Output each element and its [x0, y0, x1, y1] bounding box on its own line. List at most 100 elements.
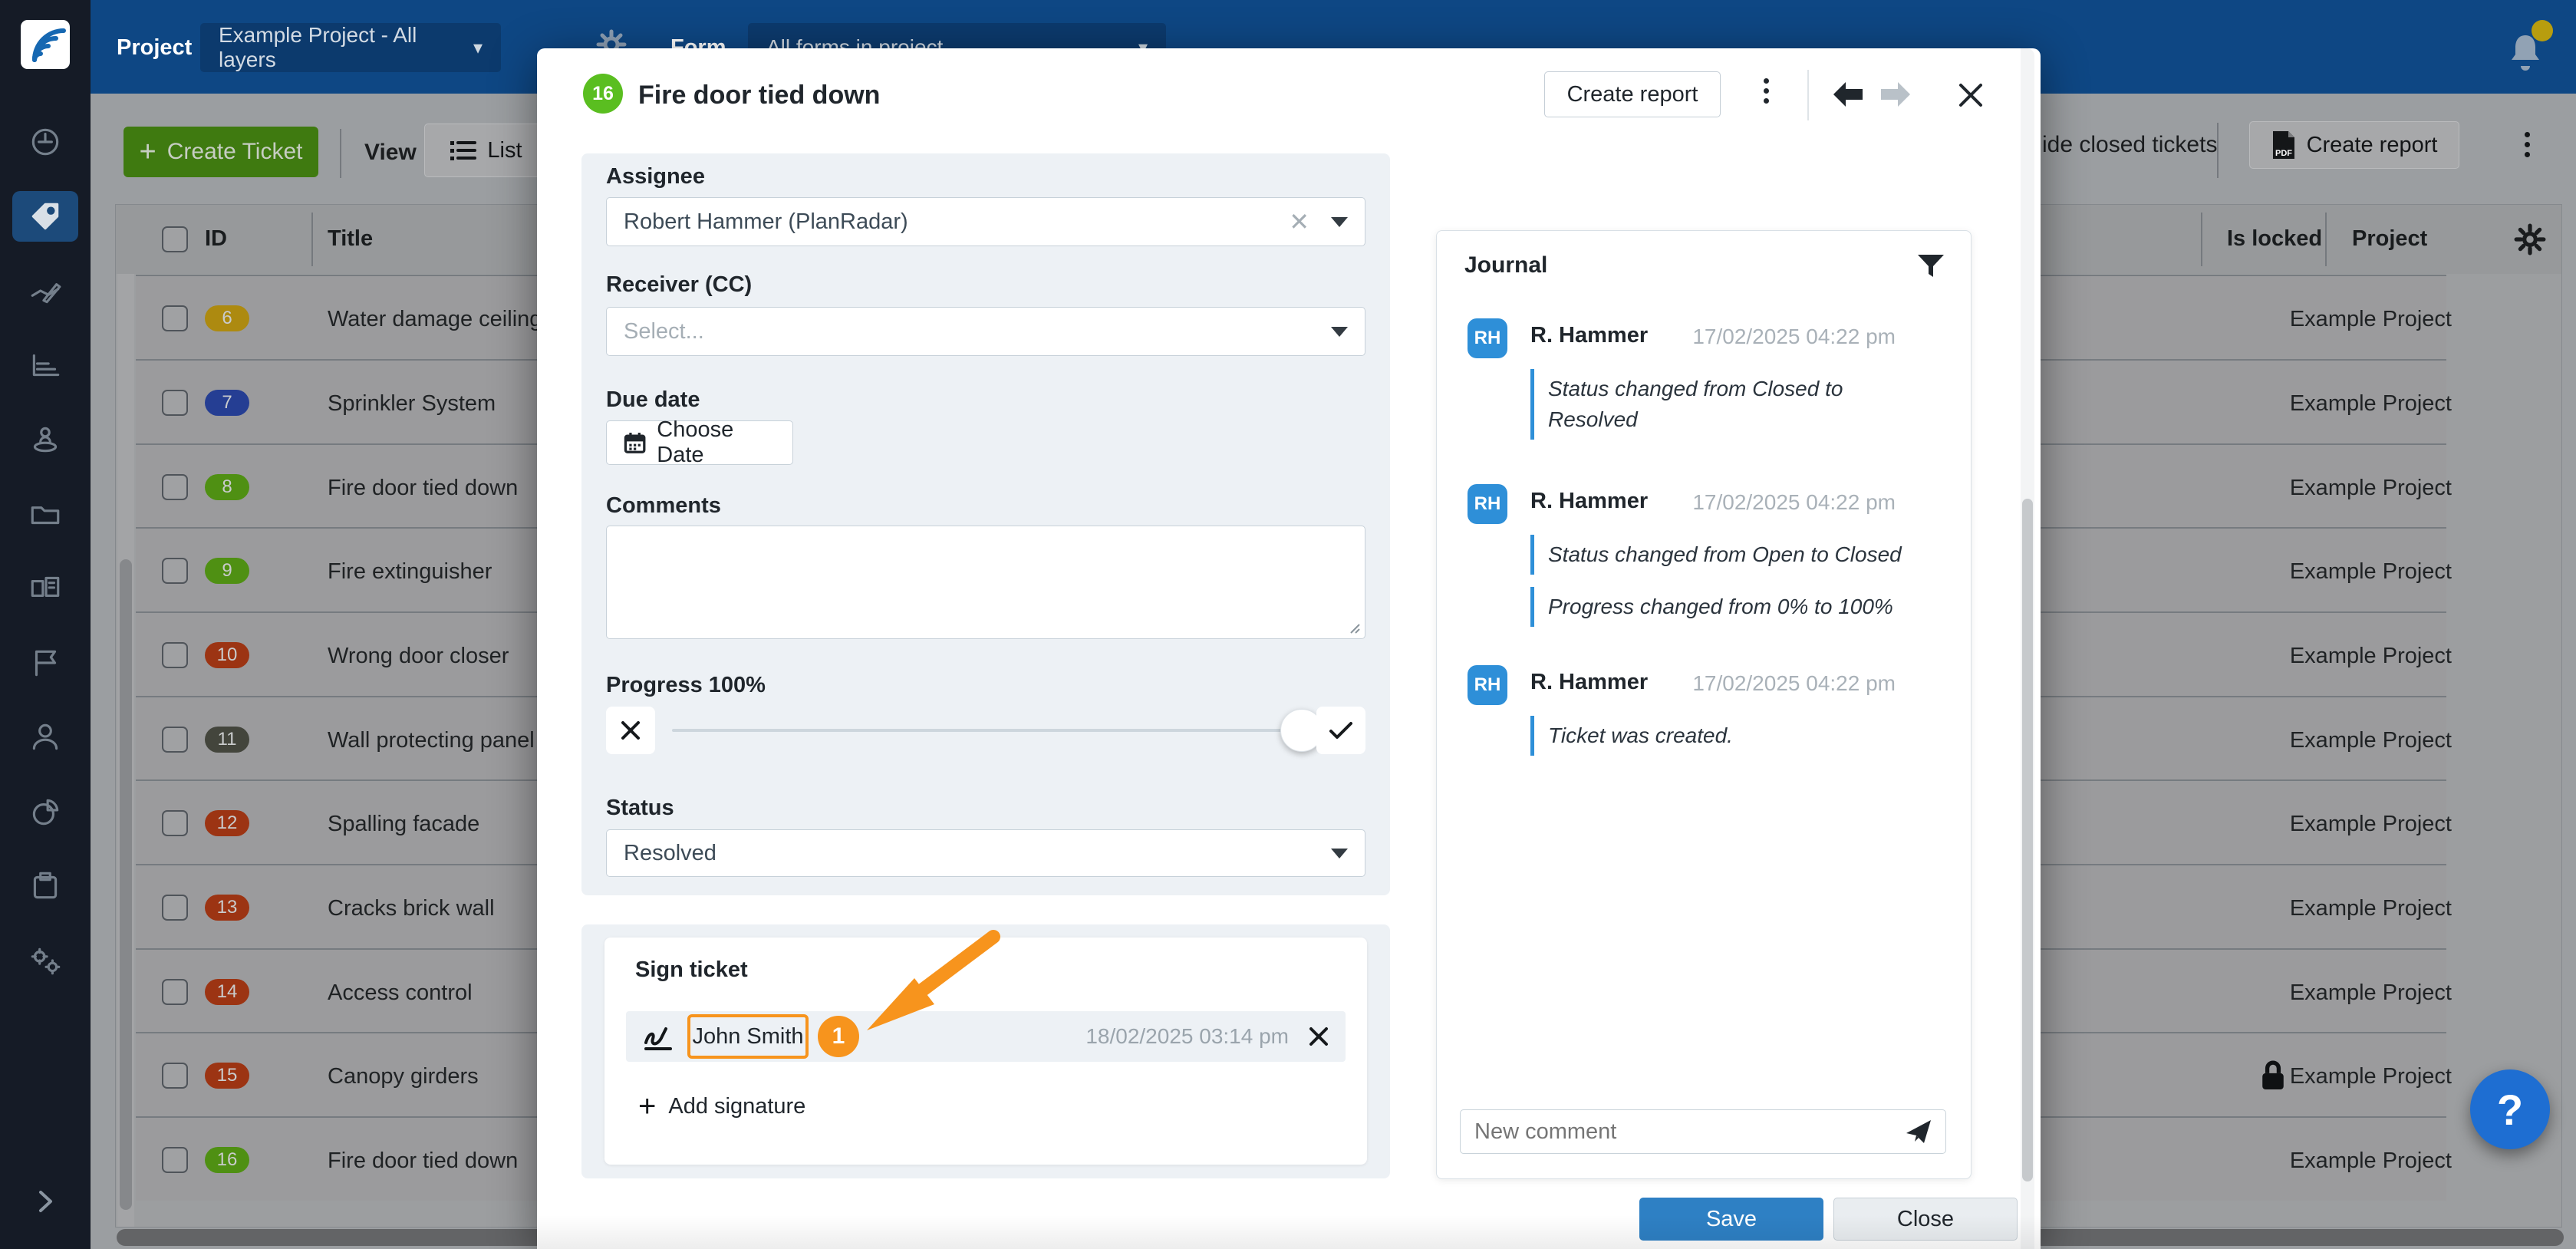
- ticket-title: Wrong door closer: [328, 644, 509, 669]
- signature-name-annotated[interactable]: John Smith: [687, 1014, 809, 1059]
- receiver-cc-placeholder: Select...: [624, 319, 704, 344]
- journal-entry-text: Ticket was created.: [1530, 716, 1918, 756]
- add-signature-button[interactable]: + Add signature: [638, 1091, 805, 1122]
- signature-pen-icon: [641, 1020, 675, 1053]
- sidebar-item-reports[interactable]: [12, 786, 78, 837]
- ticket-id-badge: 16: [205, 1147, 249, 1173]
- sidebar-item-tickets[interactable]: [12, 191, 78, 242]
- planradar-logo[interactable]: [21, 20, 70, 69]
- journal-entry-author: R. Hammer: [1530, 670, 1648, 695]
- progress-cancel-button[interactable]: [606, 707, 655, 754]
- table-vertical-scrollbar-track[interactable]: [117, 274, 134, 1227]
- status-value: Resolved: [624, 841, 716, 866]
- view-list-button[interactable]: List: [424, 124, 548, 177]
- remove-signature-x-icon[interactable]: [1309, 1027, 1329, 1046]
- ticket-project: Example Project: [2225, 728, 2452, 753]
- sidebar: [0, 0, 91, 1249]
- column-header-is-locked[interactable]: Is locked: [2227, 226, 2322, 252]
- row-checkbox[interactable]: [162, 558, 188, 584]
- more-options-kebab-icon[interactable]: [2522, 127, 2532, 162]
- sidebar-item-flags[interactable]: [12, 638, 78, 688]
- status-select[interactable]: Resolved: [606, 829, 1365, 877]
- create-report-pdf-button[interactable]: PDF Create report: [2249, 121, 2459, 169]
- filter-funnel-icon[interactable]: [1917, 254, 1945, 280]
- row-checkbox[interactable]: [162, 810, 188, 836]
- plus-icon: +: [140, 137, 156, 166]
- project-dropdown[interactable]: Example Project - All layers ▾: [200, 23, 501, 72]
- plan-pen-icon: [28, 273, 63, 308]
- sidebar-expand-chevron-icon[interactable]: [34, 1188, 57, 1215]
- assignee-select[interactable]: Robert Hammer (PlanRadar) ✕: [606, 197, 1365, 246]
- receiver-cc-label: Receiver (CC): [606, 272, 752, 298]
- sidebar-item-contacts[interactable]: [12, 712, 78, 763]
- progress-slider-track[interactable]: [672, 729, 1296, 732]
- row-checkbox[interactable]: [162, 1063, 188, 1089]
- row-checkbox[interactable]: [162, 895, 188, 921]
- notification-dot: [2532, 20, 2553, 41]
- select-all-checkbox[interactable]: [162, 226, 188, 252]
- table-vertical-scrollbar-thumb[interactable]: [120, 559, 132, 1210]
- sidebar-item-documents[interactable]: [12, 489, 78, 539]
- journal-entry-author: R. Hammer: [1530, 323, 1648, 348]
- signature-name: John Smith: [692, 1024, 803, 1050]
- journal-entry-author: R. Hammer: [1530, 489, 1648, 514]
- close-icon[interactable]: [1958, 82, 1984, 108]
- close-button[interactable]: Close: [1833, 1198, 2018, 1241]
- column-settings-gear-icon[interactable]: [2514, 223, 2546, 255]
- ticket-id-badge: 6: [205, 305, 249, 331]
- sidebar-item-settings[interactable]: [12, 935, 78, 986]
- create-ticket-button[interactable]: + Create Ticket: [124, 127, 318, 177]
- sidebar-item-dashboard[interactable]: [12, 117, 78, 167]
- column-header-project[interactable]: Project: [2352, 226, 2427, 252]
- next-ticket-arrow-icon[interactable]: [1879, 81, 1913, 108]
- comments-textarea[interactable]: [606, 526, 1365, 639]
- ticket-title: Wall protecting panel: [328, 728, 535, 753]
- sidebar-item-statistics[interactable]: [12, 340, 78, 391]
- plus-icon: +: [638, 1091, 656, 1122]
- chevron-down-icon: [1331, 217, 1348, 227]
- sidebar-item-site-staff[interactable]: [12, 414, 78, 465]
- chevron-down-icon: ▾: [473, 37, 483, 59]
- help-button[interactable]: ?: [2470, 1069, 2550, 1149]
- send-comment-icon[interactable]: [1906, 1119, 1932, 1144]
- toolbar-divider: [2217, 123, 2219, 178]
- ticket-project: Example Project: [2225, 391, 2452, 417]
- sidebar-item-plans[interactable]: [12, 265, 78, 316]
- modal-scrollbar-track[interactable]: [2021, 48, 2034, 1249]
- receiver-cc-select[interactable]: Select...: [606, 307, 1365, 356]
- row-checkbox[interactable]: [162, 727, 188, 753]
- column-header-id[interactable]: ID: [205, 226, 227, 252]
- column-header-title[interactable]: Title: [328, 226, 373, 252]
- save-button[interactable]: Save: [1639, 1198, 1823, 1241]
- pdf-file-icon: PDF: [2271, 130, 2296, 160]
- ticket-id-badge: 8: [205, 474, 249, 500]
- modal-scrollbar-thumb[interactable]: [2022, 499, 2033, 1181]
- modal-kebab-icon[interactable]: [1761, 74, 1771, 108]
- row-checkbox[interactable]: [162, 1147, 188, 1173]
- new-comment-field[interactable]: [1460, 1109, 1946, 1154]
- assignee-label: Assignee: [606, 164, 705, 189]
- modal-title: Fire door tied down: [638, 81, 880, 110]
- progress-confirm-button[interactable]: [1316, 707, 1365, 754]
- row-checkbox[interactable]: [162, 642, 188, 668]
- row-checkbox[interactable]: [162, 474, 188, 500]
- choose-date-button[interactable]: Choose Date: [606, 420, 793, 465]
- signature-row: John Smith 1 18/02/2025 03:14 pm: [626, 1011, 1346, 1062]
- sidebar-item-projects[interactable]: [12, 563, 78, 614]
- row-checkbox[interactable]: [162, 305, 188, 331]
- svg-text:PDF: PDF: [2275, 149, 2292, 158]
- create-report-button[interactable]: Create report: [1544, 71, 1721, 117]
- row-checkbox[interactable]: [162, 979, 188, 1005]
- clear-x-icon[interactable]: ✕: [1289, 207, 1309, 236]
- new-comment-input[interactable]: [1474, 1119, 1906, 1145]
- folder-icon: [28, 496, 63, 532]
- ticket-id-badge: 10: [205, 642, 249, 668]
- project-label: Project: [117, 35, 192, 61]
- ticket-project: Example Project: [2225, 980, 2452, 1006]
- sidebar-item-tasks[interactable]: [12, 861, 78, 911]
- resize-handle-icon[interactable]: [1346, 620, 1360, 634]
- row-checkbox[interactable]: [162, 390, 188, 416]
- previous-ticket-arrow-icon[interactable]: [1830, 81, 1864, 108]
- tag-icon: [28, 199, 63, 234]
- hide-closed-tickets-label[interactable]: ide closed tickets: [2042, 132, 2217, 158]
